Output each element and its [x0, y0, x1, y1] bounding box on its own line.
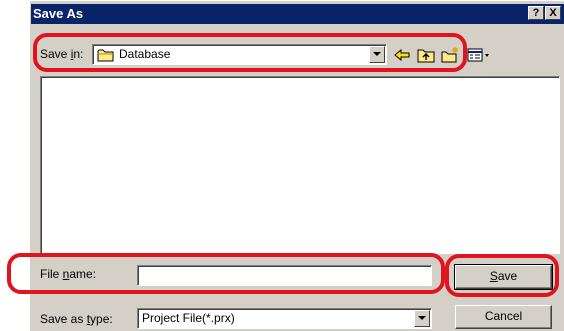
save-in-value: Database: [119, 47, 171, 61]
save-as-type-value: Project File(*.prx): [142, 311, 235, 325]
save-as-type-dropdown[interactable]: Project File(*.prx): [137, 308, 432, 329]
file-name-label-text: File: [40, 267, 63, 281]
save-in-label-text: Save: [40, 47, 71, 61]
save-button[interactable]: Save: [454, 264, 553, 290]
title-bar: Save As ? X: [31, 4, 564, 24]
folder-icon: [97, 49, 114, 62]
back-arrow-icon[interactable]: [392, 46, 412, 64]
close-button[interactable]: X: [545, 6, 561, 20]
help-button[interactable]: ?: [528, 6, 544, 20]
save-as-dialog: Save As ? X Save in: Database File name:…: [29, 0, 564, 331]
save-as-type-dropdown-arrow[interactable]: [414, 310, 430, 327]
save-as-type-label-text-end: ype:: [90, 312, 113, 326]
save-as-type-label-text: Save as: [40, 312, 87, 326]
save-as-type-label: Save as type:: [40, 312, 113, 326]
save-in-label-text-end: n:: [73, 47, 84, 61]
save-in-dropdown-arrow[interactable]: [369, 46, 385, 63]
window-title: Save As: [33, 6, 84, 21]
file-list[interactable]: [40, 76, 560, 254]
up-folder-icon[interactable]: [416, 46, 436, 64]
file-name-input[interactable]: [137, 265, 432, 286]
cancel-button[interactable]: Cancel: [455, 305, 552, 329]
save-button-label: ave: [497, 269, 518, 283]
save-in-dropdown[interactable]: Database: [92, 44, 387, 65]
file-name-label-text-end: ame:: [69, 267, 97, 281]
view-menu-icon[interactable]: [466, 46, 492, 64]
save-button-accesskey: S: [489, 269, 498, 283]
new-folder-icon[interactable]: [440, 46, 460, 64]
file-name-label: File name:: [40, 267, 96, 281]
save-in-label: Save in:: [40, 47, 83, 61]
